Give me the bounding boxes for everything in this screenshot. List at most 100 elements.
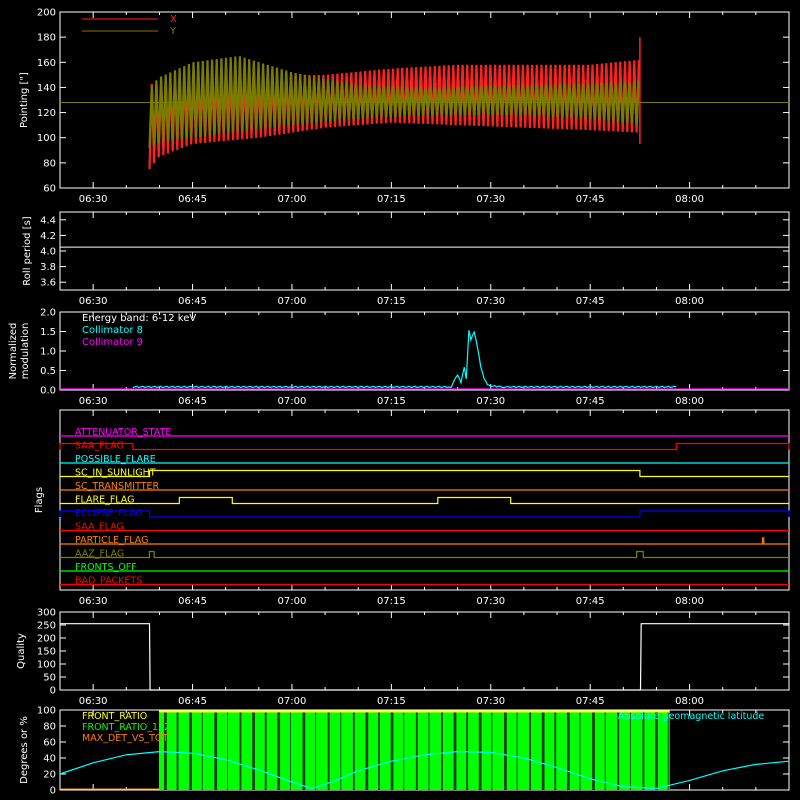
y-tick-label: 60 <box>43 738 56 749</box>
band-gap <box>176 711 179 790</box>
flag-label: BAD_PACKETS <box>75 576 142 587</box>
band-gap <box>529 711 532 790</box>
collimator-8-line <box>132 329 677 389</box>
legend-label: MAX_DET_VS_TOT <box>82 733 168 744</box>
band-gap <box>189 711 192 790</box>
flag-line-9 <box>60 550 789 559</box>
flag-label: SC_IN_SUNLIGHT <box>75 468 156 479</box>
y-tick-label: 2.0 <box>40 308 56 319</box>
x-tick-label: 07:15 <box>377 596 406 607</box>
band-gap <box>327 711 330 790</box>
band-gap <box>655 711 658 790</box>
y-axis-label: Pointing ["] <box>19 72 30 128</box>
band-gap <box>667 711 669 790</box>
x-tick-label: 06:45 <box>178 696 207 707</box>
flag-label: ECLIPSE_FLAG <box>75 508 143 519</box>
x-tick-label: 06:30 <box>79 396 108 407</box>
legend-label: Collimator 9 <box>82 337 143 348</box>
band-gap <box>466 711 469 790</box>
x-tick-label: 07:15 <box>377 396 406 407</box>
flag-label: PARTICLE_FLAG <box>75 535 148 546</box>
legend-label-right: Absolute geomagnetic latitude <box>618 711 764 722</box>
panel-ratios: 0 20 40 60 80 100 Degrees or % FRONT_RATIOFRONT… <box>19 706 790 797</box>
legend-label: Y <box>169 26 177 37</box>
flag-line-5 <box>60 496 789 505</box>
quality-line <box>60 623 789 691</box>
flag-label: FRONTS_OFF <box>75 562 137 573</box>
y-tick-label: 200 <box>37 634 56 645</box>
x-tick-label: 07:30 <box>476 396 505 407</box>
band-gap <box>403 711 405 790</box>
y-tick-label: 140 <box>37 83 56 94</box>
band-gap <box>579 711 581 790</box>
y-tick-label: 0 <box>50 686 56 697</box>
y-tick-label: 40 <box>43 754 56 765</box>
y-tick-label: 160 <box>37 58 56 69</box>
x-tick-label: 07:45 <box>576 596 605 607</box>
flag-label: POSSIBLE_FLARE <box>75 454 156 465</box>
x-tick-label: 07:00 <box>278 396 307 407</box>
x-tick-label: 07:15 <box>377 696 406 707</box>
y-tick-label: 60 <box>43 184 56 195</box>
flag-line-8 <box>60 537 789 545</box>
x-tick-label: 07:30 <box>476 596 505 607</box>
flag-label: FLARE_FLAG <box>75 495 135 506</box>
y-axis-label: Quality <box>16 633 27 669</box>
legend-label: FRONT_RATIO_1225 <box>82 722 176 733</box>
x-tick-label: 06:45 <box>178 296 207 307</box>
band-gap <box>478 711 482 790</box>
x-tick-label: 08:00 <box>675 596 704 607</box>
x-tick-label: 07:45 <box>576 696 605 707</box>
band-gap <box>491 711 493 790</box>
flag-line-6 <box>59 510 790 518</box>
x-tick-label: 07:00 <box>278 194 307 205</box>
y-tick-label: 100 <box>37 660 56 671</box>
x-tick-label: 07:30 <box>476 296 505 307</box>
y-tick-label: 4.0 <box>40 247 56 258</box>
panel-modulation: 06:30 06:45 07:00 07:15 07:30 07:45 08:00 0.0 0.… <box>8 308 790 407</box>
band-gap <box>289 711 291 790</box>
band-gap <box>642 711 645 790</box>
y-tick-label: 180 <box>37 33 56 44</box>
x-tick-label: 08:00 <box>675 296 704 307</box>
band-gap <box>541 711 545 790</box>
x-tick-label: 08:00 <box>675 396 704 407</box>
y-axis-label: Normalized <box>8 323 19 380</box>
band-gap <box>264 711 267 790</box>
y-tick-label: 4.2 <box>40 231 56 242</box>
x-tick-label: 06:45 <box>178 396 207 407</box>
flag-label: AAZ_FLAG <box>75 549 124 560</box>
flag-line-3 <box>60 469 789 478</box>
y-tick-label: 150 <box>37 647 56 658</box>
band-gap <box>566 711 570 790</box>
chart-canvas: 06:30 06:45 07:00 07:15 07:30 07:45 08:00 60 80 1… <box>8 8 790 797</box>
band-gap <box>201 711 203 790</box>
x-tick-label: 07:45 <box>576 194 605 205</box>
x-tick-label: 06:45 <box>178 596 207 607</box>
y-tick-label: 80 <box>43 158 56 169</box>
flag-line-1 <box>59 442 790 451</box>
x-tick-label: 07:30 <box>476 194 505 205</box>
x-tick-label: 06:30 <box>79 596 108 607</box>
y-tick-label: 120 <box>37 108 56 119</box>
band-gap <box>629 711 631 790</box>
x-tick-label: 07:15 <box>377 194 406 205</box>
panel-flags: 06:30 06:45 07:00 07:15 07:30 07:45 08:00 Flags… <box>34 409 790 607</box>
y-tick-label: 3.8 <box>40 262 56 273</box>
y-axis-label: modulation <box>20 323 31 380</box>
x-tick-label: 08:00 <box>675 696 704 707</box>
band-gap <box>415 711 418 790</box>
band-gap <box>554 711 557 790</box>
x-tick-label: 07:00 <box>278 596 307 607</box>
band-gap <box>390 711 394 790</box>
band-gap <box>214 711 218 790</box>
y-tick-label: 1.0 <box>40 347 56 358</box>
y-tick-label: 100 <box>37 706 56 717</box>
y-axis-label: Flags <box>34 487 45 513</box>
panel-frame <box>59 211 790 291</box>
y-tick-label: 0.0 <box>40 386 56 397</box>
x-tick-label: 06:30 <box>79 696 108 707</box>
band-gap <box>365 711 369 790</box>
y-tick-label: 1.5 <box>40 327 56 338</box>
flag-label: SAA_FLAG <box>75 441 124 452</box>
